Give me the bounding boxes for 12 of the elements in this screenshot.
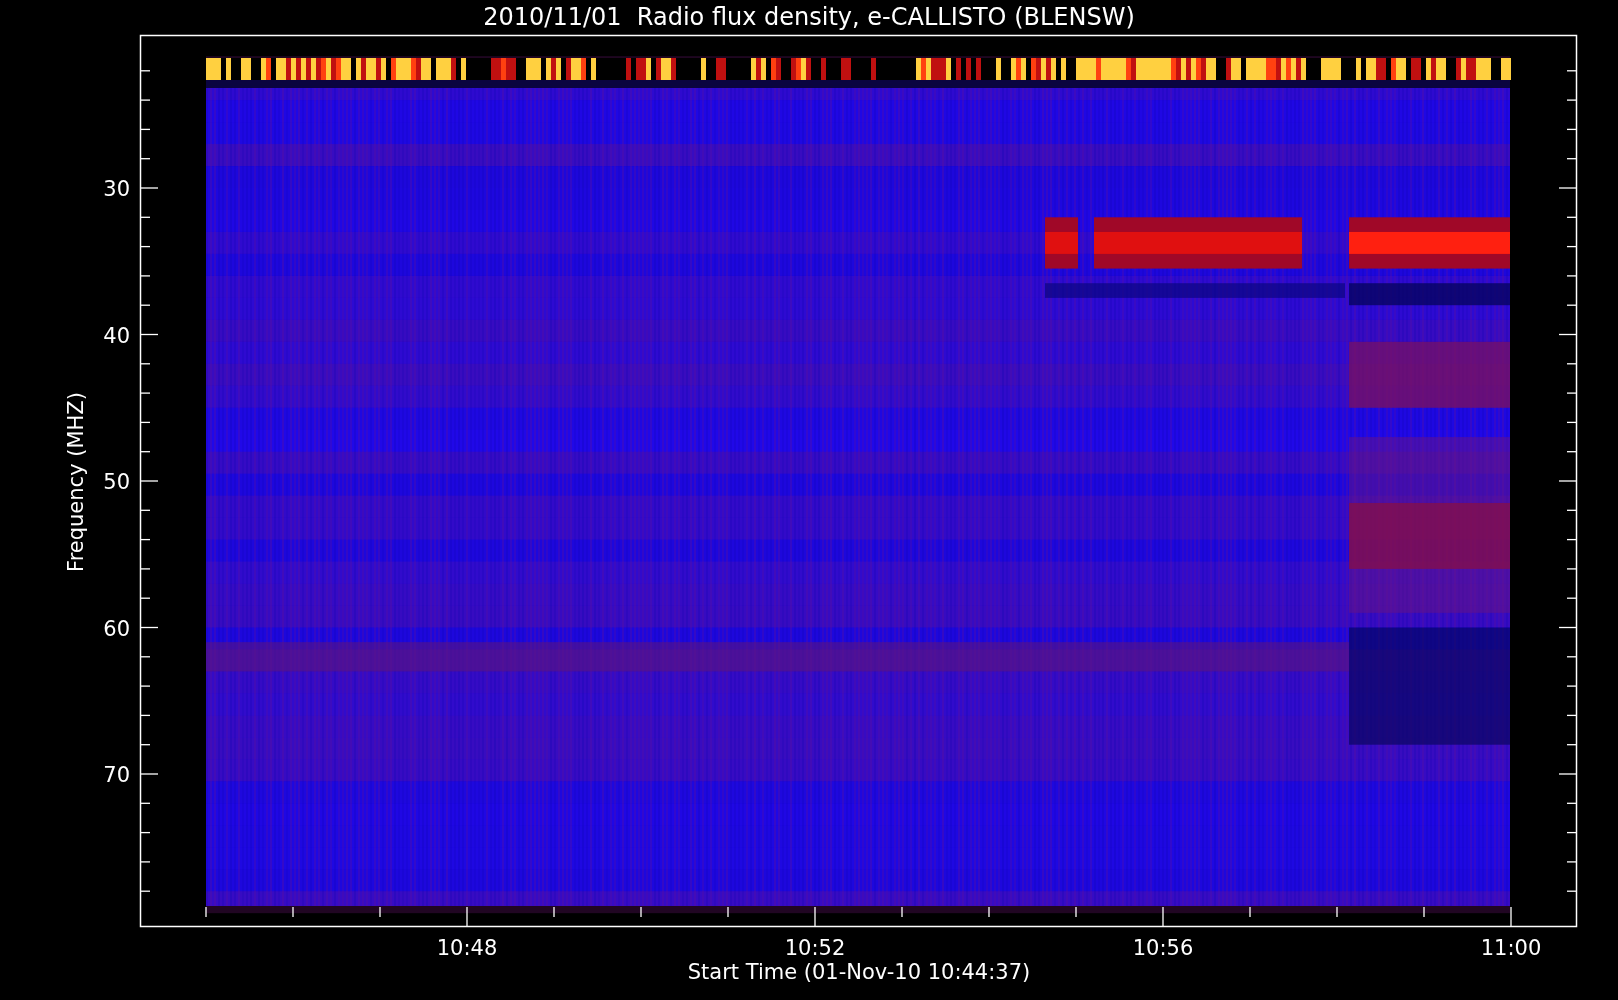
y-tick-label: 30 — [103, 177, 130, 201]
y-tick-label: 40 — [103, 323, 130, 348]
x-tick-label: 10:56 — [1132, 936, 1194, 960]
x-tick-label: 10:48 — [436, 936, 498, 960]
x-tick-label: 10:52 — [784, 936, 846, 960]
y-tick-label: 70 — [103, 763, 130, 787]
chart-title: 2010/11/01 Radio flux density, e-CALLISTO (BLENSW) — [483, 3, 1135, 31]
y-axis-label: Frequency (MHZ) — [64, 392, 88, 572]
y-tick-label: 50 — [103, 470, 130, 494]
y-tick-label: 60 — [103, 616, 130, 641]
x-axis-label: Start Time (01-Nov-10 10:44:37) — [687, 960, 1031, 984]
x-tick-label: 11:00 — [1480, 936, 1542, 960]
